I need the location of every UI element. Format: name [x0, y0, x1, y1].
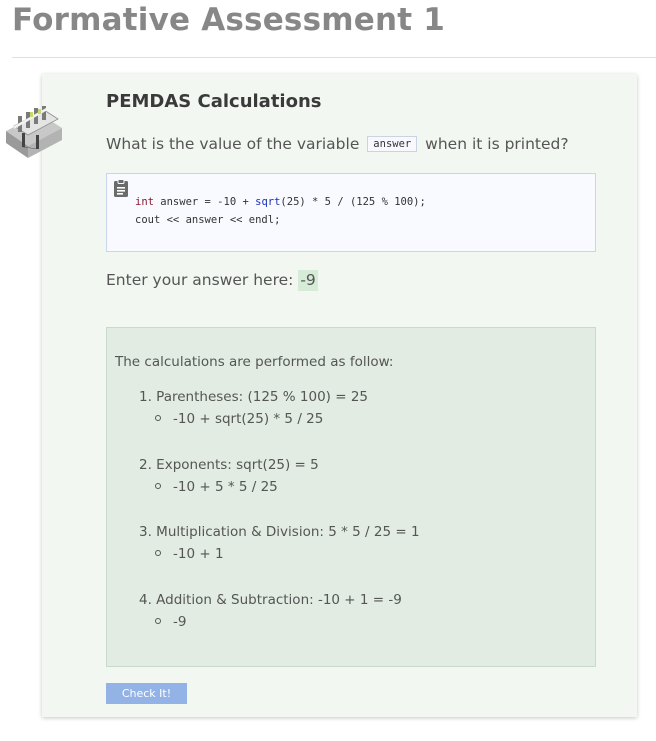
bullet-icon [155, 483, 161, 489]
question-text: What is the value of the variable answer… [106, 135, 569, 154]
step-detail-text: -10 + sqrt(25) * 5 / 25 [173, 411, 324, 427]
assessment-emblem-icon [6, 106, 62, 158]
step-label: 4. Addition & Subtraction: -10 + 1 = -9 [139, 592, 402, 608]
bullet-icon [155, 618, 161, 624]
step-detail: -10 + 5 * 5 / 25 [155, 479, 278, 495]
step-detail: -9 [155, 614, 186, 630]
code-block: int answer = -10 + sqrt(25) * 5 / (125 %… [106, 173, 596, 252]
code-line-1: int answer = -10 + sqrt(25) * 5 / (125 %… [135, 196, 426, 208]
code-keyword: int [135, 196, 154, 208]
step-label: 1. Parentheses: (125 % 100) = 25 [139, 389, 369, 405]
code-function: sqrt [255, 196, 281, 208]
code-text: answer = -10 + [153, 196, 256, 208]
page-title: Formative Assessment 1 [12, 2, 445, 38]
explanation-intro: The calculations are performed as follow… [115, 354, 394, 370]
card-heading: PEMDAS Calculations [106, 91, 322, 112]
step-detail-text: -10 + 1 [173, 546, 224, 562]
step-label: 2. Exponents: sqrt(25) = 5 [139, 457, 319, 473]
inline-code-variable: answer [367, 136, 418, 152]
check-it-button[interactable]: Check It! [106, 683, 187, 704]
answer-label: Enter your answer here: [106, 271, 294, 289]
clipboard-icon[interactable] [111, 178, 131, 198]
title-divider [12, 57, 656, 58]
step-label: 3. Multiplication & Division: 5 * 5 / 25… [139, 524, 420, 540]
explanation-box: The calculations are performed as follow… [106, 327, 596, 667]
step-detail: -10 + sqrt(25) * 5 / 25 [155, 411, 323, 427]
step-detail-text: -10 + 5 * 5 / 25 [173, 479, 278, 495]
step-detail-text: -9 [173, 614, 187, 630]
code-line-2: cout << answer << endl; [135, 214, 281, 226]
code-text: (25) * 5 / (125 % 100); [280, 196, 426, 208]
bullet-icon [155, 415, 161, 421]
answer-input[interactable]: -9 [298, 270, 318, 291]
step-detail: -10 + 1 [155, 546, 224, 562]
question-suffix: when it is printed? [425, 135, 569, 153]
bullet-icon [155, 550, 161, 556]
answer-row: Enter your answer here: -9 [106, 270, 318, 291]
question-prefix: What is the value of the variable [106, 135, 360, 153]
